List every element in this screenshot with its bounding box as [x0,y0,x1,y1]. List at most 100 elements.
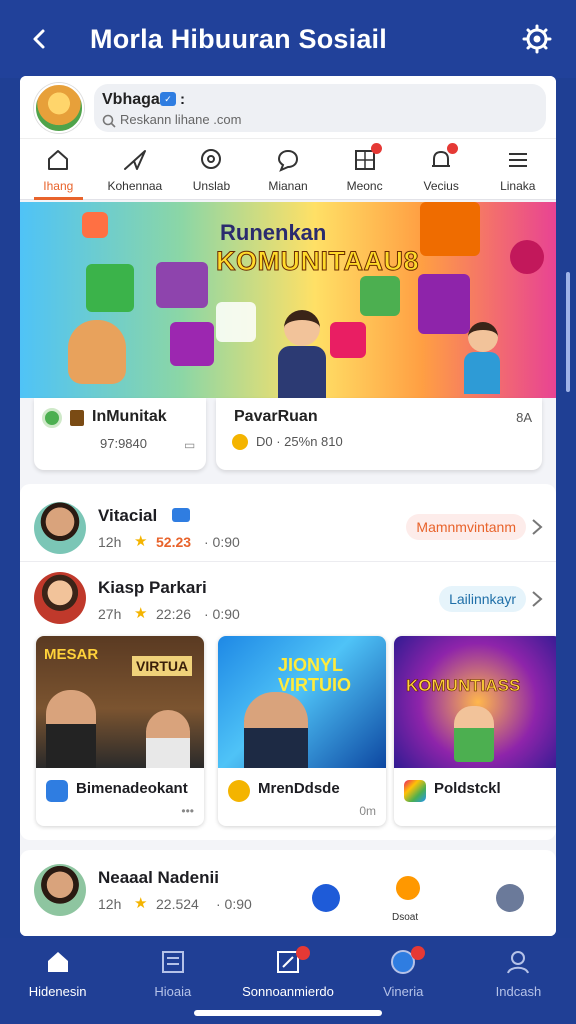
media-card[interactable]: MESAR VIRTUA Bimenadeokant ••• [36,636,204,826]
media-card[interactable]: JIONYL VIRTUIO MrenDdsde 0m [218,636,386,826]
banner-headline: KOMUNITAAU8 [216,246,420,277]
post-time: 27h [98,606,122,622]
duration-label: 0m [359,804,376,818]
tab-label: Mianan [268,179,308,193]
notification-badge [296,946,310,960]
tab-label: Meonc [346,179,383,193]
tools-button[interactable] [496,884,524,912]
post-extra: · 0:90 [204,606,240,622]
notification-badge [447,143,459,154]
location-icon [201,149,222,169]
cube-decoration [170,322,214,366]
card-subtitle: 97:9840 [100,436,147,451]
tab-label: Vecius [423,179,459,193]
chat-icon: ▭ [184,438,196,452]
tab-label: Linaka [500,179,536,193]
post-extra: · 0:90 [216,896,252,912]
card-title: InMunitak [92,408,167,425]
chevron-right-icon [532,591,543,607]
list-item[interactable]: Vitacial 12h ★ 52.23 · 0:90 Mamnmvintanm [20,492,556,562]
profile-name: Vbhaga [102,91,160,108]
media-caption: Poldstckl [434,780,501,797]
action-label: Dsoat [392,912,419,923]
promo-banner[interactable]: Runenkan KOMUNITAAU8 [20,202,556,398]
avatar[interactable] [34,83,84,133]
user-name: Neaaal Nadenii [98,868,219,887]
home-icon [48,150,69,170]
app-title: Morla Hibuuran Sosiail [90,23,387,54]
tab-mianan[interactable]: Mianan [250,139,327,199]
person-figure [46,690,96,768]
list-item[interactable]: Kiasp Parkari 27h ★ 22:26 · 0:90 Lailinn… [20,564,556,634]
follow-pill-button[interactable]: Mamnmvintanm [406,514,526,540]
cube-decoration [86,264,134,312]
kid-character [460,322,504,394]
list-item[interactable]: Neaaal Nadenii 12h ★ 22.524 · 0:90 Dsoat [20,850,556,936]
back-arrow-icon[interactable] [22,21,58,57]
action-button[interactable] [396,876,420,900]
nav-profile[interactable]: Indcash [461,938,576,1024]
tab-kohennaa[interactable]: Kohennaa [97,139,174,199]
nav-label: Hidenesin [28,984,87,999]
notification-badge [411,946,426,960]
avatar [34,502,86,554]
thumb-headline: KOMUNTIASS [406,676,521,696]
share-icon [46,780,68,802]
cube-decoration [82,212,108,238]
profile-bar: Vbhaga ✓ : Reskann lihane .com [20,76,556,138]
more-options-icon[interactable]: ••• [181,804,194,818]
settings-gear-icon[interactable] [522,24,554,56]
nav-home[interactable]: Hidenesin [0,938,115,1024]
bear-character [68,320,126,384]
app-icon [404,780,426,802]
card-title: PavarRuan [234,408,318,425]
chevron-right-icon [532,519,543,535]
cube-decoration [156,262,208,308]
avatar [34,864,86,916]
search-input[interactable]: Vbhaga ✓ : Reskann lihane .com [94,84,546,132]
community-card[interactable]: InMunitak 97:9840 ▭ [34,398,206,470]
separator: : [180,91,185,108]
scrollbar[interactable] [566,272,570,392]
tab-ihang[interactable]: Ihang [20,139,97,200]
box-icon [70,410,84,426]
tab-label: Ihang [43,179,74,193]
card-corner: 8A [516,410,532,425]
tab-linaka[interactable]: Linaka [479,139,556,199]
media-thumbnail: JIONYL VIRTUIO [218,636,386,768]
verified-badge-icon [172,508,190,522]
media-card[interactable]: KOMUNTIASS Poldstckl [394,636,556,826]
post-time: 12h [98,534,122,550]
send-icon [123,150,146,170]
media-thumbnail: KOMUNTIASS [394,636,556,768]
coin-icon [232,434,248,450]
action-pill-button[interactable]: Lailinnkayr [439,586,526,612]
tab-bar: Ihang Kohennaa Unslab Mianan Meonc Veciu… [20,138,556,200]
main-content: Vbhaga ✓ : Reskann lihane .com Ihang Koh… [20,76,556,936]
tab-unslab[interactable]: Unslab [173,139,250,199]
star-icon: ★ [134,895,148,912]
thumb-headline: VIRTUA [132,656,193,676]
reward-card[interactable]: PavarRuan D0 · 25%n 810 8A [216,398,542,470]
tab-vecius[interactable]: Vecius [403,139,480,199]
post-score: 22.524 [156,896,199,912]
media-thumbnail: MESAR VIRTUA [36,636,204,768]
post-score: 52.23 [156,534,192,550]
cube-decoration [420,202,480,256]
post-time: 12h [98,896,122,912]
menu-icon [508,153,527,167]
banner-title: Runenkan [220,220,327,245]
tab-meonc[interactable]: Meonc [326,139,403,199]
cube-decoration [330,322,366,358]
reaction-button[interactable] [312,884,340,912]
user-name: Vitacial [98,506,158,525]
badge-icon [228,780,250,802]
nav-label: Vineria [383,984,424,999]
media-caption: Bimenadeokant [76,780,188,797]
user-name: Kiasp Parkari [98,578,207,597]
person-figure [244,692,308,768]
media-caption: MrenDdsde [258,780,340,797]
post-extra: · 0:90 [204,534,240,550]
notification-badge [370,143,382,154]
nav-label: Indcash [495,984,542,999]
